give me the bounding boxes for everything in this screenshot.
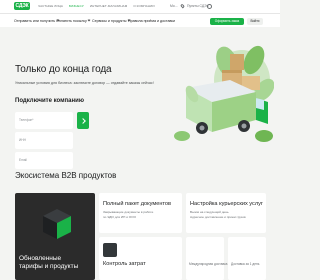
phone-field[interactable]: Телефон* (15, 112, 73, 129)
one-day-title: Доставка за 1 день (231, 262, 260, 266)
courier-card-desc-2: Адресное доставление и прием грузов (190, 214, 246, 219)
tariffs-card-label-2: тарифы и продукты (19, 263, 79, 270)
audience-nav: ЧАСТНЫЕ ЛИЦА БИЗНЕСУ ИНТЕРНЕТ-МАГАЗИНАМ … (38, 2, 155, 10)
cdek-logo[interactable]: СДЭК (14, 2, 30, 10)
arrow-right-icon (80, 117, 86, 124)
international-card[interactable]: Международная доставка (186, 237, 228, 280)
courier-card[interactable]: Настройка курьерских услуг Вызов на след… (186, 193, 266, 233)
nav-pay-parcel[interactable]: Оплатить посылку (56, 14, 91, 28)
nav-pay-parcel-label: Оплатить посылку (56, 19, 87, 23)
tariffs-card[interactable]: Обновленные тарифы и продукты (15, 193, 95, 280)
form-heading: Подключите компанию (15, 98, 84, 104)
nav-business[interactable]: БИЗНЕСУ (69, 2, 84, 10)
cost-control-card[interactable]: Контроль затрат (99, 237, 182, 280)
one-day-card[interactable]: Доставка за 1 день (228, 237, 266, 280)
cost-control-icon (103, 243, 117, 257)
nav-send-receive[interactable]: Отправить или получить (14, 14, 60, 28)
nav-rules[interactable]: Правила приёма и доставки (128, 14, 175, 28)
nav-private[interactable]: ЧАСТНЫЕ ЛИЦА (38, 2, 63, 10)
inn-placeholder: ИНН (19, 138, 26, 142)
pickup-points-link[interactable]: Пункты СДЭК (187, 2, 209, 10)
nav-services[interactable]: Сервисы и продукты (92, 14, 131, 28)
main-nav: Отправить или получить Оплатить посылку … (0, 13, 280, 27)
documents-card-title: Полный пакет документов (103, 201, 171, 207)
city-selector[interactable]: Мо... (170, 2, 178, 10)
email-field[interactable]: Email (15, 152, 73, 169)
login-button[interactable]: Войти (247, 17, 263, 25)
phone-placeholder: Телефон* (19, 118, 34, 122)
language-globe-icon[interactable] (207, 3, 212, 9)
top-bar: СДЭК ЧАСТНЫЕ ЛИЦА БИЗНЕСУ ИНТЕРНЕТ-МАГАЗ… (0, 0, 280, 13)
submit-phone-button[interactable] (77, 112, 89, 129)
ecosystem-title: Экосистема B2B продуктов (15, 171, 117, 180)
create-order-button[interactable]: Оформить заказ (210, 17, 244, 25)
inn-field[interactable]: ИНН (15, 132, 73, 149)
nav-services-label: Сервисы и продукты (92, 19, 127, 23)
cube-icon (43, 209, 71, 239)
documents-card-desc-2: по ЭДО для ИП и ООО (103, 214, 136, 219)
cost-control-title: Контроль затрат (103, 261, 146, 267)
email-placeholder: Email (19, 158, 27, 162)
hero-subtitle: Уникальные условия для бизнеса: заключит… (15, 81, 154, 85)
chevron-down-icon (87, 18, 91, 22)
nav-send-receive-label: Отправить или получить (14, 19, 56, 23)
delivery-truck-illustration (174, 45, 274, 142)
documents-card[interactable]: Полный пакет документов Закрывающие доку… (99, 193, 182, 233)
nav-ecommerce[interactable]: ИНТЕРНЕТ-МАГАЗИНАМ (90, 2, 127, 10)
international-title: Международная доставка (189, 262, 228, 266)
tariffs-card-label-1: Обновленные (19, 255, 62, 262)
hero-title: Только до конца года (15, 64, 112, 75)
location-pin-icon (180, 3, 185, 9)
courier-card-title: Настройка курьерских услуг (190, 201, 263, 207)
nav-about[interactable]: О КОМПАНИИ (133, 2, 154, 10)
